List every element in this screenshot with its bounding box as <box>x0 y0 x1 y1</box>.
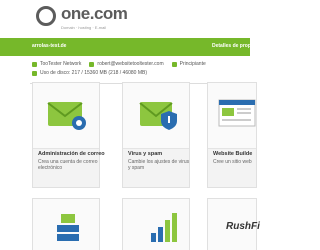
card-mail-admin[interactable]: Administración de correo Crea una cuenta… <box>32 82 105 188</box>
card-image <box>123 83 189 149</box>
account-info-row: TooTester Network robert@websitetooltest… <box>32 61 206 67</box>
email-icon <box>89 61 95 67</box>
card-description: Cambie los ajustes de virus y spam <box>128 159 190 171</box>
user-level-icon <box>171 61 177 67</box>
card-title: Virus y spam <box>128 151 163 157</box>
one-com-logo[interactable]: one.com Domain · hosting · E-mail <box>23 4 143 36</box>
card-rushfiles[interactable]: RushFi <box>207 198 260 250</box>
header: one.com Domain · hosting · E-mail <box>0 0 250 38</box>
card-statistics[interactable] <box>122 198 190 250</box>
stacked-disks-icon <box>57 214 79 241</box>
bar-chart-icon <box>151 213 177 242</box>
envelope-icon <box>47 102 86 130</box>
browser-window-icon <box>218 99 256 127</box>
logo-text: one.com <box>61 4 128 23</box>
account-email: robert@websitetooltester.com <box>97 61 164 67</box>
rushfiles-logo: RushFi <box>226 221 260 232</box>
card-website-builder[interactable]: Website Builde Cree un sitio web <box>207 82 257 188</box>
network-icon <box>32 61 37 67</box>
logo-tagline: Domain · hosting · E-mail <box>61 25 107 30</box>
card-description: Cree un sitio web <box>213 159 252 165</box>
envelope-shield-icon <box>139 102 177 130</box>
user-level: Principiante <box>179 61 206 67</box>
network-name: TooTester Network <box>40 61 82 67</box>
card-title: Administración de correo <box>38 151 105 157</box>
domain-name[interactable]: arrolas-test.de <box>32 43 66 49</box>
card-image <box>208 83 256 149</box>
card-title: Website Builde <box>213 151 253 157</box>
disk-usage-row: Uso de disco: 217 / 15360 MB (218 / 4608… <box>32 70 147 76</box>
card-virus-spam[interactable]: Virus y spam Cambie los ajustes de virus… <box>122 82 190 188</box>
card-ftp[interactable] <box>32 198 100 250</box>
logo-circle-icon <box>36 6 56 26</box>
card-description: Crea una cuenta de correo electrónico <box>38 159 98 171</box>
disk-icon <box>32 70 37 76</box>
card-image <box>33 83 99 149</box>
disk-usage: Uso de disco: 217 / 15360 MB (218 / 4608… <box>40 70 148 76</box>
ownership-details-link[interactable]: Detalles de propied <box>212 43 258 49</box>
